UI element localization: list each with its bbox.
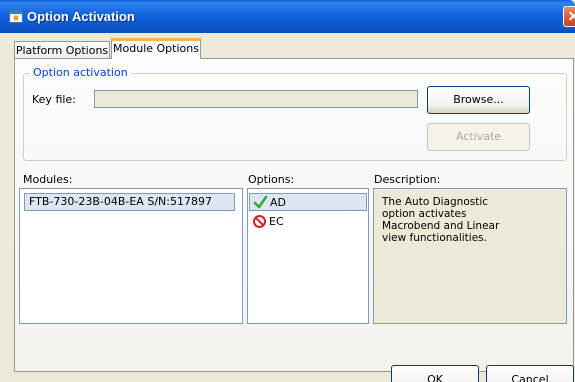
window-title: Option Activation <box>27 9 135 24</box>
prohibited-icon <box>253 215 266 228</box>
check-icon <box>253 195 268 209</box>
tab-platform-options[interactable]: Platform Options <box>14 41 110 59</box>
option-item-ec[interactable]: EC <box>249 213 367 231</box>
activate-button[interactable]: Activate <box>427 123 530 151</box>
description-text: The Auto Diagnostic option activates Mac… <box>382 196 500 244</box>
title-bar: Option Activation <box>0 0 575 33</box>
description-header: Description: <box>374 173 441 186</box>
module-item[interactable]: FTB-730-23B-04B-EA S/N:517897 <box>24 193 235 211</box>
option-label: AD <box>270 196 286 209</box>
ok-button[interactable]: OK <box>391 365 479 382</box>
tab-module-options[interactable]: Module Options <box>111 38 201 59</box>
group-label: Option activation <box>30 66 131 79</box>
option-label: EC <box>269 215 284 228</box>
modules-header: Modules: <box>23 173 73 186</box>
description-box: The Auto Diagnostic option activates Mac… <box>373 188 567 324</box>
option-activation-window: Option Activation Platform Options Modul… <box>0 0 575 382</box>
key-file-field[interactable] <box>94 90 418 108</box>
key-file-label: Key file: <box>32 93 76 106</box>
browse-button[interactable]: Browse... <box>427 86 530 114</box>
option-item-ad[interactable]: AD <box>249 193 367 211</box>
app-icon <box>9 10 23 23</box>
options-header: Options: <box>248 173 295 186</box>
options-list[interactable]: AD EC <box>247 188 369 324</box>
modules-list[interactable]: FTB-730-23B-04B-EA S/N:517897 <box>19 188 243 324</box>
cancel-button[interactable]: Cancel <box>486 365 574 382</box>
close-button[interactable] <box>563 6 575 27</box>
